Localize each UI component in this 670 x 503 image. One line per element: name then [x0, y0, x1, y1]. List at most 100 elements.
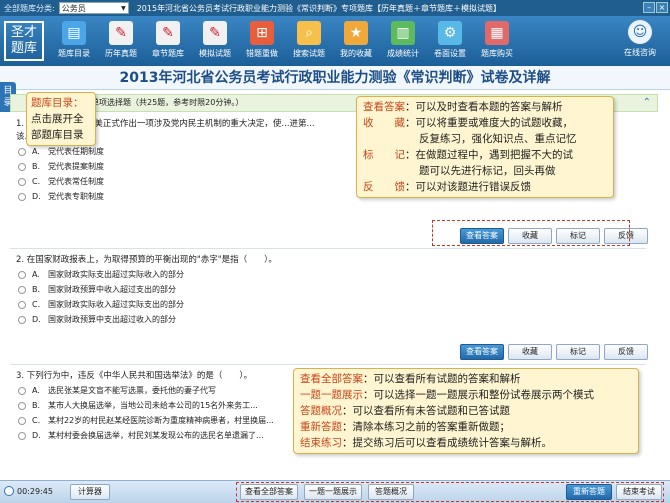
callout-row: 结束练习：提交练习后可以查看成绩统计答案与解析。	[300, 435, 632, 451]
radio-button[interactable]	[18, 401, 26, 410]
question-2: 2. 在国家财政报表上，为取得预算的平衡出现的"赤字"是指（ ）。 A. 国家财政…	[10, 254, 646, 327]
mark-button[interactable]: 标记	[556, 344, 600, 360]
radio-button[interactable]	[18, 315, 26, 324]
answer-overview-button[interactable]: 答题概况	[368, 484, 414, 500]
radio-button[interactable]	[18, 300, 26, 309]
callout-text: ：可以及时查看本题的答案与解析	[405, 101, 563, 113]
toolbar-chapter-bank-button[interactable]: ✎ 章节题库	[146, 21, 190, 59]
collapse-icon[interactable]: ⌃	[643, 97, 651, 109]
option-text: 某村村委会换届选举，村民刘某发现公布的选民名单遗漏了...	[48, 431, 264, 440]
option-text: 某村22岁的村民赵某经医院诊断为重度精神病患者，村里换届...	[48, 416, 274, 425]
cart-icon: ▦	[485, 21, 509, 45]
option-letter: B.	[32, 285, 41, 294]
finish-exam-button[interactable]: 结束考试	[616, 484, 662, 500]
feedback-button[interactable]: 反馈	[604, 344, 648, 360]
restart-button[interactable]: 重新答题	[566, 484, 612, 500]
callout-text: ：清除本练习之前的答案重新做题；	[342, 421, 510, 433]
option-text: 选民张某是文盲不能写选票，委托他的妻子代写	[48, 386, 216, 395]
option-c[interactable]: C. 国家财政实际收入超过实际支出的部分	[10, 297, 646, 312]
question-text: 2. 在国家财政报表上，为取得预算的平衡出现的"赤字"是指（ ）。	[16, 255, 277, 265]
callout-row: 查看答案：可以及时查看本题的答案与解析	[363, 99, 607, 115]
radio-button[interactable]	[18, 147, 26, 156]
category-select-value: 公务员	[61, 3, 86, 13]
minimize-icon[interactable]: –	[643, 2, 655, 13]
page-title: 2013年河北省公务员考试行政职业能力测验《常识判断》试卷及详解	[0, 66, 670, 90]
collect-button[interactable]: 收藏	[508, 344, 552, 360]
status-bar: 00:29:45 计算器 查看全部答案 一题一题展示 答题概况 重新答题 结束考…	[0, 480, 670, 503]
option-b[interactable]: B. 国家财政预算中收入超过支出的部分	[10, 282, 646, 297]
category-label: 全部题库分类:	[4, 3, 55, 13]
show-all-answers-button[interactable]: 查看全部答案	[240, 484, 298, 500]
option-letter: D.	[32, 315, 41, 324]
toolbar-label: 我的收藏	[340, 49, 372, 58]
option-d[interactable]: D. 国家财政预算中支出超过收入的部分	[10, 312, 646, 327]
callout-row: 收 藏：可以将重要或难度大的试题收藏，	[363, 115, 607, 131]
callout-text: ：提交练习后可以查看成绩统计答案与解析。	[342, 437, 552, 449]
radio-button[interactable]	[18, 386, 26, 395]
radio-button[interactable]	[18, 192, 26, 201]
option-letter: A.	[32, 270, 40, 279]
callout-row: 题可以先进行标记，回头再做	[363, 163, 607, 179]
toolbar-mock-test-button[interactable]: ✎ 模拟试题	[193, 21, 237, 59]
timer-value: 00:29:45	[17, 486, 53, 496]
option-letter: A.	[32, 386, 40, 395]
radio-button[interactable]	[18, 177, 26, 186]
toolbar-settings-button[interactable]: ⚙ 卷面设置	[428, 21, 472, 59]
option-text: 某市人大换届选举，当地公司未给本公司的15名外来务工...	[48, 401, 258, 410]
folder-icon: ★	[344, 21, 368, 45]
toolbar-label: 搜索试题	[293, 49, 325, 58]
callout-row: 查看全部答案：可以查看所有试题的答案和解析	[300, 371, 632, 387]
timer: 00:29:45	[4, 486, 53, 496]
bottom-help-callout: 查看全部答案：可以查看所有试题的答案和解析 一题一题展示：可以选择一题一题展示和…	[293, 368, 639, 454]
radio-button[interactable]	[18, 431, 26, 440]
callout-row: 一题一题展示：可以选择一题一题展示和整份试卷展示两个模式	[300, 387, 632, 403]
toolbar-label: 成绩统计	[387, 49, 419, 58]
one-by-one-button[interactable]: 一题一题展示	[304, 484, 362, 500]
answer-help-callout: 查看答案：可以及时查看本题的答案与解析 收 藏：可以将重要或难度大的试题收藏， …	[356, 96, 614, 198]
option-letter: B.	[32, 401, 41, 410]
callout-key: 查看答案	[363, 101, 405, 113]
toolbar-past-exams-button[interactable]: ✎ 历年真题	[99, 21, 143, 59]
monitor-icon: ▤	[62, 21, 86, 45]
radio-button[interactable]	[18, 270, 26, 279]
notebook-icon: ✎	[109, 21, 133, 45]
view-answer-button[interactable]: 查看答案	[460, 344, 504, 360]
close-icon[interactable]: ×	[656, 2, 668, 13]
option-letter: C.	[32, 416, 41, 425]
toolbar-search-button[interactable]: ⌕ 搜索试题	[287, 21, 331, 59]
logo-line1: 圣才	[10, 25, 37, 40]
toolbar-label: 题库购买	[481, 49, 513, 58]
toolbar-stats-button[interactable]: ▥ 成绩统计	[381, 21, 425, 59]
option-letter: C.	[32, 177, 41, 186]
option-text: 国家财政实际收入超过实际支出的部分	[48, 300, 184, 309]
callout-text: ：在做题过程中，遇到把握不大的试	[405, 149, 573, 161]
toolbar-catalog-button[interactable]: ▤ 题库目录	[52, 21, 96, 59]
online-help-label: 在线咨询	[624, 48, 656, 57]
option-a[interactable]: A. 国家财政实际支出超过实际收入的部分	[10, 267, 646, 282]
notebook-icon: ✎	[203, 21, 227, 45]
radio-button[interactable]	[18, 285, 26, 294]
radio-button[interactable]	[18, 162, 26, 171]
support-avatar-icon: ☺	[628, 20, 652, 44]
callout-key: 结束练习	[300, 437, 342, 449]
radio-button[interactable]	[18, 416, 26, 425]
callout-text: 反复练习，强化知识点、重点记忆	[419, 133, 577, 145]
category-select[interactable]: 公务员 ▼	[58, 2, 129, 14]
catalog-callout: 题库目录： 点击展开全 部题库目录	[26, 92, 96, 146]
callout-row: 答题概况：可以查看所有未答试题和已答试题	[300, 403, 632, 419]
notebook-icon: ✎	[156, 21, 180, 45]
callout-row: 反 馈：可以对该题进行错误反馈	[363, 179, 607, 195]
option-text: 国家财政预算中支出超过收入的部分	[48, 315, 176, 324]
exam-title: 2015年河北省公务员考试行政职业能力测验《常识判断》专项题库【历年真题＋章节题…	[136, 3, 502, 13]
toolbar-favorites-button[interactable]: ★ 我的收藏	[334, 21, 378, 59]
calculator-button[interactable]: 计算器	[70, 484, 110, 500]
toolbar-redo-wrong-button[interactable]: ⊞ 错题重做	[240, 21, 284, 59]
callout-key: 重新答题	[300, 421, 342, 433]
callout-text: ：可以将重要或难度大的试题收藏，	[405, 117, 573, 129]
toolbar-purchase-button[interactable]: ▦ 题库购买	[475, 21, 519, 59]
callout-key: 反 馈	[363, 181, 405, 193]
callout-text: 题可以先进行标记，回头再做	[419, 165, 556, 177]
top-bar: 全部题库分类: 公务员 ▼ 2015年河北省公务员考试行政职业能力测验《常识判断…	[0, 0, 670, 16]
divider	[10, 364, 646, 365]
online-help-button[interactable]: ☺ 在线咨询	[618, 20, 662, 58]
